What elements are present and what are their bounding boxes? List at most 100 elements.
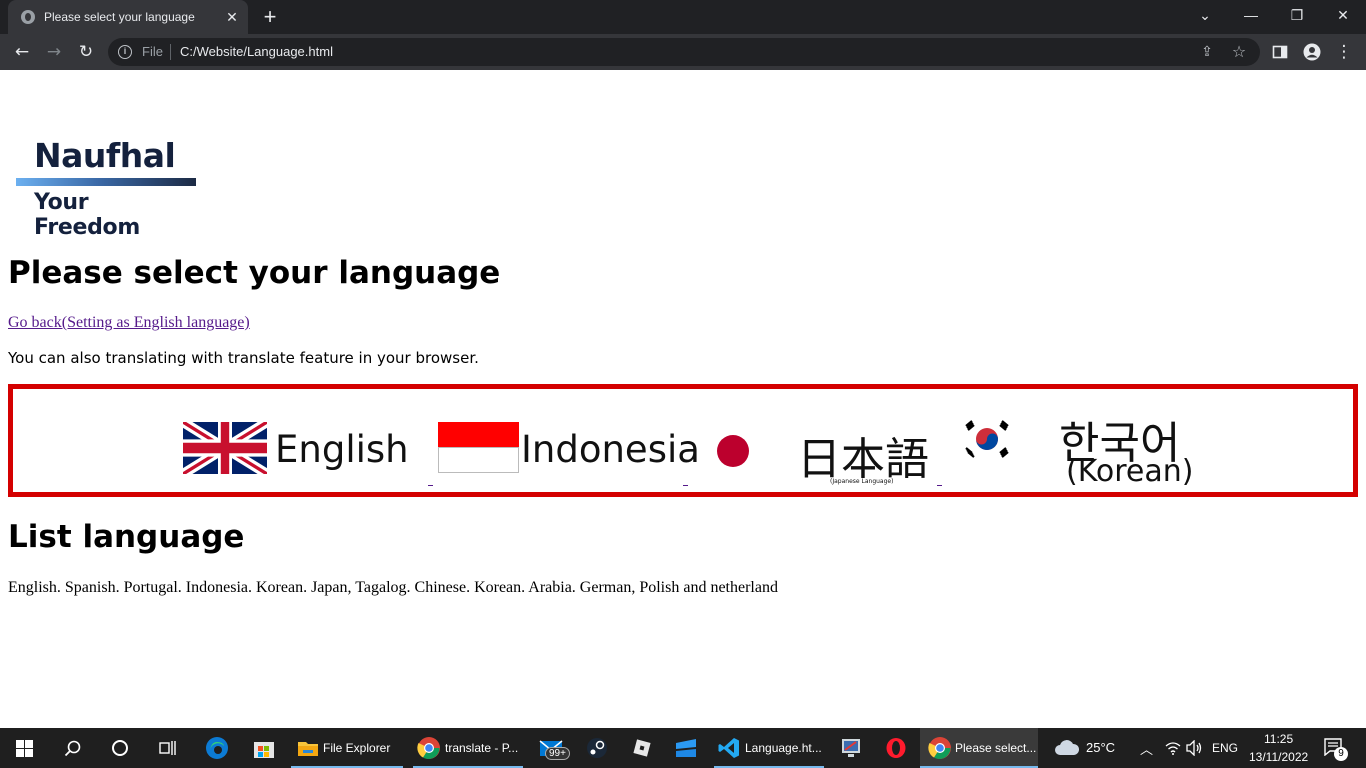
globe-icon bbox=[21, 10, 35, 24]
list-language-heading: List language bbox=[8, 519, 245, 555]
language-option-indonesia[interactable]: Indonesia bbox=[438, 417, 700, 483]
blue-app-icon bbox=[676, 739, 696, 757]
tab-title: Please select your language bbox=[44, 10, 195, 24]
speaker-icon bbox=[1186, 740, 1202, 756]
bookmark-star-icon[interactable]: ☆ bbox=[1230, 43, 1248, 61]
windows-logo-icon bbox=[16, 740, 33, 757]
weather-widget[interactable]: 25°C bbox=[1048, 728, 1128, 768]
taskbar-app-file-explorer[interactable]: File Explorer bbox=[291, 728, 403, 768]
chrome-icon bbox=[928, 737, 951, 759]
profile-icon[interactable] bbox=[1300, 40, 1324, 64]
search-button[interactable] bbox=[48, 728, 96, 768]
volume-button[interactable] bbox=[1185, 728, 1205, 768]
language-sublabel-korean: (Korean) bbox=[1066, 454, 1194, 489]
logo-name: Naufhal bbox=[34, 136, 176, 175]
folder-icon bbox=[298, 742, 318, 756]
wifi-icon bbox=[1165, 742, 1181, 755]
edge-icon bbox=[206, 737, 228, 759]
address-bar[interactable]: i File C:/Website/Language.html ⇪ ☆ bbox=[108, 38, 1260, 66]
opera-icon bbox=[886, 738, 906, 758]
steam-icon bbox=[587, 738, 607, 758]
app-button[interactable] bbox=[666, 728, 706, 768]
taskbar: File Explorer translate - P... 99+ Langu… bbox=[0, 728, 1366, 768]
uk-flag-icon bbox=[183, 422, 267, 474]
opera-button[interactable] bbox=[876, 728, 916, 768]
indonesia-flag-icon bbox=[438, 422, 519, 473]
web-page: Naufhal Your Freedom Please select your … bbox=[0, 70, 1366, 728]
language-selector-box: English Indonesia 日本語 (Japanese Language… bbox=[8, 384, 1358, 497]
forward-arrow-icon[interactable]: → bbox=[42, 40, 66, 64]
language-option-korean[interactable]: 한국어 (Korean) bbox=[961, 407, 1201, 489]
notifications-button[interactable]: 9 bbox=[1316, 728, 1356, 768]
task-view-button[interactable] bbox=[144, 728, 192, 768]
back-arrow-icon[interactable]: ← bbox=[10, 40, 34, 64]
address-scheme: File bbox=[142, 44, 163, 59]
reload-icon[interactable]: ↻ bbox=[74, 40, 98, 64]
roblox-button[interactable] bbox=[622, 728, 662, 768]
language-label-english: English bbox=[275, 428, 409, 471]
search-icon bbox=[64, 740, 81, 757]
notification-count-badge: 9 bbox=[1334, 747, 1348, 761]
taskbar-app-label: Please select... bbox=[955, 741, 1037, 755]
share-icon[interactable]: ⇪ bbox=[1198, 43, 1216, 61]
cortana-button[interactable] bbox=[96, 728, 144, 768]
mail-button[interactable]: 99+ bbox=[533, 728, 577, 768]
taskbar-app-label: Language.ht... bbox=[745, 741, 822, 755]
edge-button[interactable] bbox=[195, 728, 239, 768]
steam-button[interactable] bbox=[578, 728, 618, 768]
info-icon[interactable]: i bbox=[118, 45, 132, 59]
menu-kebab-icon[interactable]: ⋮ bbox=[1332, 40, 1356, 64]
close-tab-icon[interactable]: ✕ bbox=[222, 7, 242, 27]
japan-flag-icon bbox=[717, 435, 749, 467]
taskbar-app-translate[interactable]: translate - P... bbox=[413, 728, 523, 768]
logo-tagline: Your Freedom bbox=[34, 190, 140, 240]
korea-flag-icon bbox=[965, 420, 1009, 458]
language-label-indonesia: Indonesia bbox=[521, 428, 700, 471]
close-window-button[interactable]: ✕ bbox=[1320, 0, 1366, 30]
store-icon bbox=[254, 742, 274, 758]
list-language-text: English. Spanish. Portugal. Indonesia. K… bbox=[8, 579, 778, 596]
taskbar-app-vscode[interactable]: Language.ht... bbox=[714, 728, 824, 768]
cortana-icon bbox=[112, 740, 128, 756]
mail-badge: 99+ bbox=[545, 747, 570, 760]
task-view-icon bbox=[159, 741, 176, 755]
input-language[interactable]: ENG bbox=[1212, 741, 1238, 755]
address-url[interactable]: C:/Website/Language.html bbox=[180, 44, 333, 59]
address-separator bbox=[170, 44, 171, 60]
weather-temperature: 25°C bbox=[1086, 740, 1116, 755]
cloud-icon bbox=[1055, 740, 1080, 755]
browser-toolbar: ← → ↻ i File C:/Website/Language.html ⇪ … bbox=[0, 34, 1366, 70]
link-underline bbox=[937, 485, 942, 486]
minimize-button[interactable]: — bbox=[1228, 0, 1274, 30]
link-underline bbox=[428, 485, 433, 486]
app-button[interactable] bbox=[831, 728, 871, 768]
taskbar-app-label: File Explorer bbox=[323, 741, 391, 755]
store-button[interactable] bbox=[242, 728, 286, 768]
vscode-icon bbox=[718, 738, 739, 758]
translate-note: You can also translating with translate … bbox=[8, 349, 479, 367]
site-logo: Naufhal Your Freedom bbox=[16, 136, 198, 240]
new-tab-button[interactable]: + bbox=[258, 5, 282, 29]
side-panel-icon[interactable] bbox=[1268, 40, 1292, 64]
taskbar-app-label: translate - P... bbox=[445, 741, 519, 755]
active-tab[interactable]: Please select your language ✕ bbox=[8, 0, 248, 34]
link-underline bbox=[683, 485, 688, 486]
language-sublabel-japanese: (Japanese Language) bbox=[830, 478, 894, 485]
go-back-link[interactable]: Go back(Setting as English language) bbox=[8, 314, 250, 332]
network-button[interactable] bbox=[1163, 728, 1183, 768]
logo-gradient-bar bbox=[16, 178, 196, 186]
clock-date[interactable]: 13/11/2022 bbox=[1249, 750, 1308, 764]
roblox-icon bbox=[633, 739, 651, 757]
language-option-english[interactable]: English bbox=[183, 417, 423, 483]
show-hidden-icons-icon[interactable]: ︿ bbox=[1140, 739, 1153, 758]
start-button[interactable] bbox=[0, 728, 48, 768]
page-title: Please select your language bbox=[8, 255, 501, 291]
tab-search-button[interactable]: ⌄ bbox=[1182, 0, 1228, 30]
chrome-icon bbox=[417, 737, 440, 759]
display-settings-icon bbox=[842, 739, 860, 757]
tab-strip: Please select your language ✕ + ⌄ — ❐ ✕ bbox=[0, 0, 1366, 34]
restore-button[interactable]: ❐ bbox=[1274, 0, 1320, 30]
taskbar-app-chrome-active[interactable]: Please select... bbox=[920, 728, 1038, 768]
clock-time[interactable]: 11:25 bbox=[1264, 732, 1293, 746]
language-option-japanese[interactable]: 日本語 (Japanese Language) bbox=[713, 417, 938, 485]
